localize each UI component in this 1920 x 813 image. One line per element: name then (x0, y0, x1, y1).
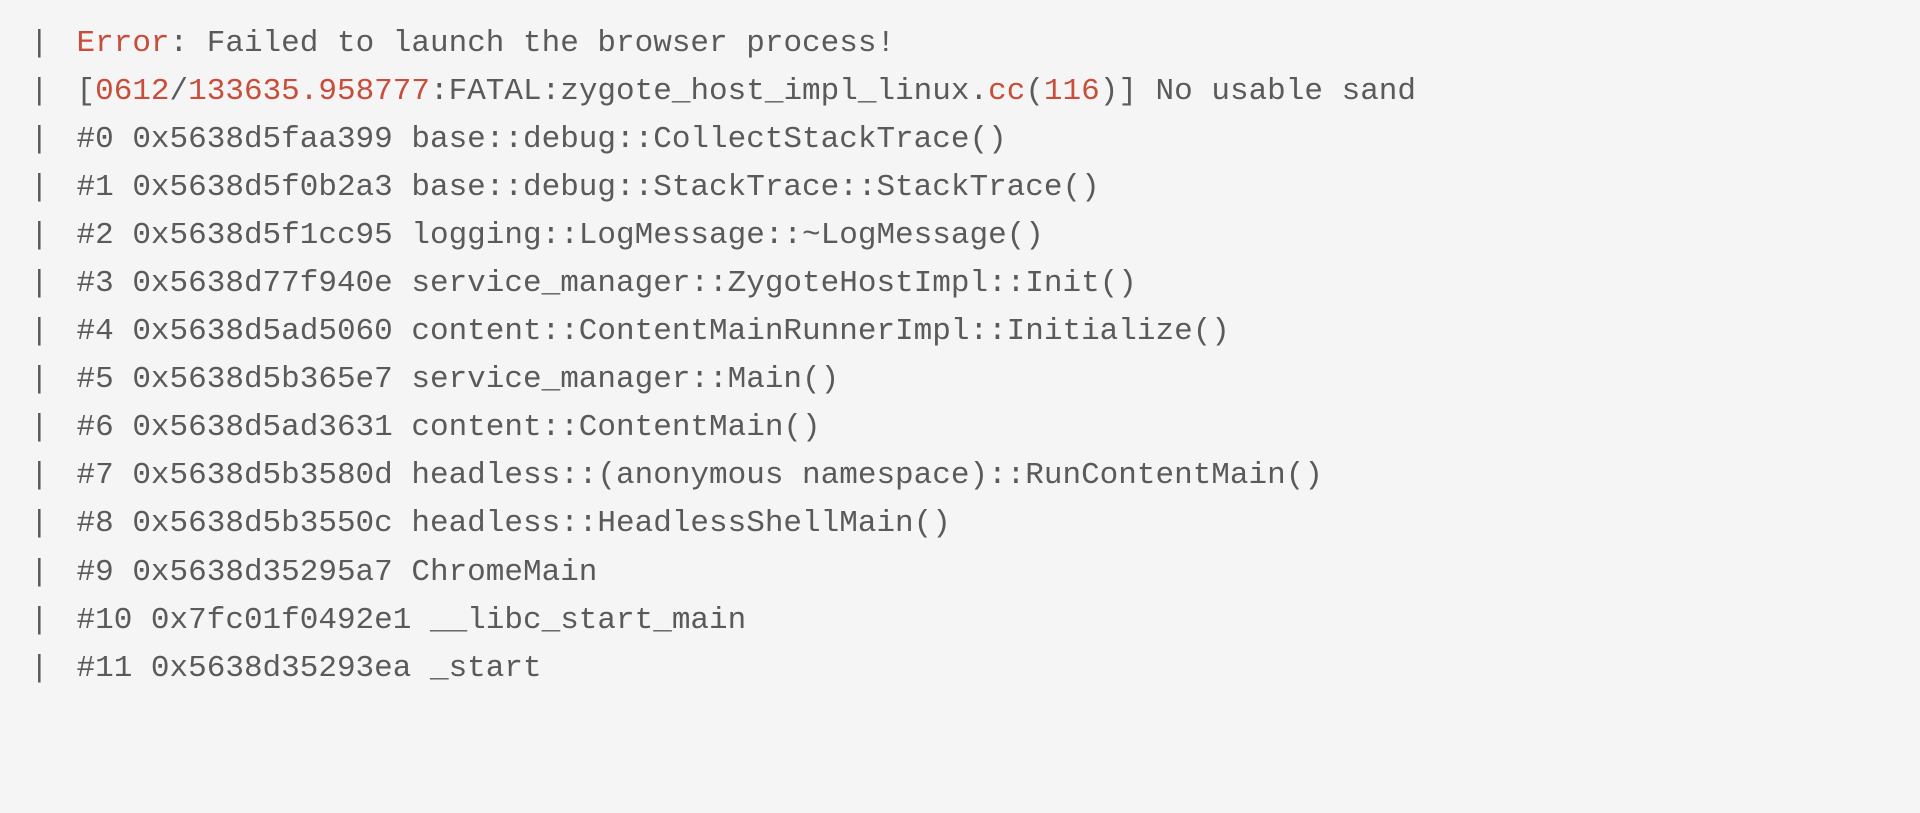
pipe-char: | (30, 362, 49, 397)
frame-text: #8 0x5638d5b3550c headless::HeadlessShel… (77, 506, 951, 541)
stack-frame-2: | #2 0x5638d5f1cc95 logging::LogMessage:… (30, 212, 1920, 260)
stack-frame-7: | #7 0x5638d5b3580d headless::(anonymous… (30, 452, 1920, 500)
frame-text: #6 0x5638d5ad3631 content::ContentMain() (77, 410, 821, 445)
pipe-char: | (30, 651, 49, 686)
pipe-char: | (30, 74, 49, 109)
stack-frame-10: | #10 0x7fc01f0492e1 __libc_start_main (30, 597, 1920, 645)
stack-frame-1: | #1 0x5638d5f0b2a3 base::debug::StackTr… (30, 164, 1920, 212)
frame-text: #11 0x5638d35293ea _start (77, 651, 542, 686)
pipe-char: | (30, 218, 49, 253)
line-number: 116 (1044, 74, 1100, 109)
pipe-char: | (30, 458, 49, 493)
stack-frame-9: | #9 0x5638d35295a7 ChromeMain (30, 549, 1920, 597)
pipe-char: | (30, 26, 49, 61)
stack-frame-6: | #6 0x5638d5ad3631 content::ContentMain… (30, 404, 1920, 452)
stack-frame-0: | #0 0x5638d5faa399 base::debug::Collect… (30, 116, 1920, 164)
rparen: ) (1100, 74, 1119, 109)
timestamp-1: 0612 (95, 74, 169, 109)
stack-frame-11: | #11 0x5638d35293ea _start (30, 645, 1920, 693)
log-line-error: | Error: Failed to launch the browser pr… (30, 20, 1920, 68)
fatal-tail: No usable sand (1137, 74, 1416, 109)
frame-text: #3 0x5638d77f940e service_manager::Zygot… (77, 266, 1137, 301)
cc-ext: cc (988, 74, 1025, 109)
stack-frame-5: | #5 0x5638d5b365e7 service_manager::Mai… (30, 356, 1920, 404)
lbracket: [ (77, 74, 96, 109)
pipe-char: | (30, 170, 49, 205)
rbracket: ] (1118, 74, 1137, 109)
frame-text: #1 0x5638d5f0b2a3 base::debug::StackTrac… (77, 170, 1100, 205)
frame-text: #2 0x5638d5f1cc95 logging::LogMessage::~… (77, 218, 1044, 253)
fatal-middle: :FATAL:zygote_host_impl_linux. (430, 74, 988, 109)
stack-frame-8: | #8 0x5638d5b3550c headless::HeadlessSh… (30, 500, 1920, 548)
pipe-char: | (30, 314, 49, 349)
error-sep: : (170, 26, 207, 61)
pipe-char: | (30, 410, 49, 445)
frame-text: #10 0x7fc01f0492e1 __libc_start_main (77, 603, 747, 638)
pipe-char: | (30, 122, 49, 157)
pipe-char: | (30, 506, 49, 541)
frame-text: #5 0x5638d5b365e7 service_manager::Main(… (77, 362, 840, 397)
frame-text: #7 0x5638d5b3580d headless::(anonymous n… (77, 458, 1323, 493)
slash: / (170, 74, 189, 109)
pipe-char: | (30, 555, 49, 590)
timestamp-2: 133635.958777 (188, 74, 430, 109)
lparen: ( (1025, 74, 1044, 109)
error-label: Error (77, 26, 170, 61)
stack-frame-3: | #3 0x5638d77f940e service_manager::Zyg… (30, 260, 1920, 308)
error-message: Failed to launch the browser process! (207, 26, 895, 61)
pipe-char: | (30, 266, 49, 301)
stack-frame-4: | #4 0x5638d5ad5060 content::ContentMain… (30, 308, 1920, 356)
frame-text: #0 0x5638d5faa399 base::debug::CollectSt… (77, 122, 1007, 157)
frame-text: #9 0x5638d35295a7 ChromeMain (77, 555, 598, 590)
pipe-char: | (30, 603, 49, 638)
frame-text: #4 0x5638d5ad5060 content::ContentMainRu… (77, 314, 1230, 349)
log-line-fatal: | [0612/133635.958777:FATAL:zygote_host_… (30, 68, 1920, 116)
